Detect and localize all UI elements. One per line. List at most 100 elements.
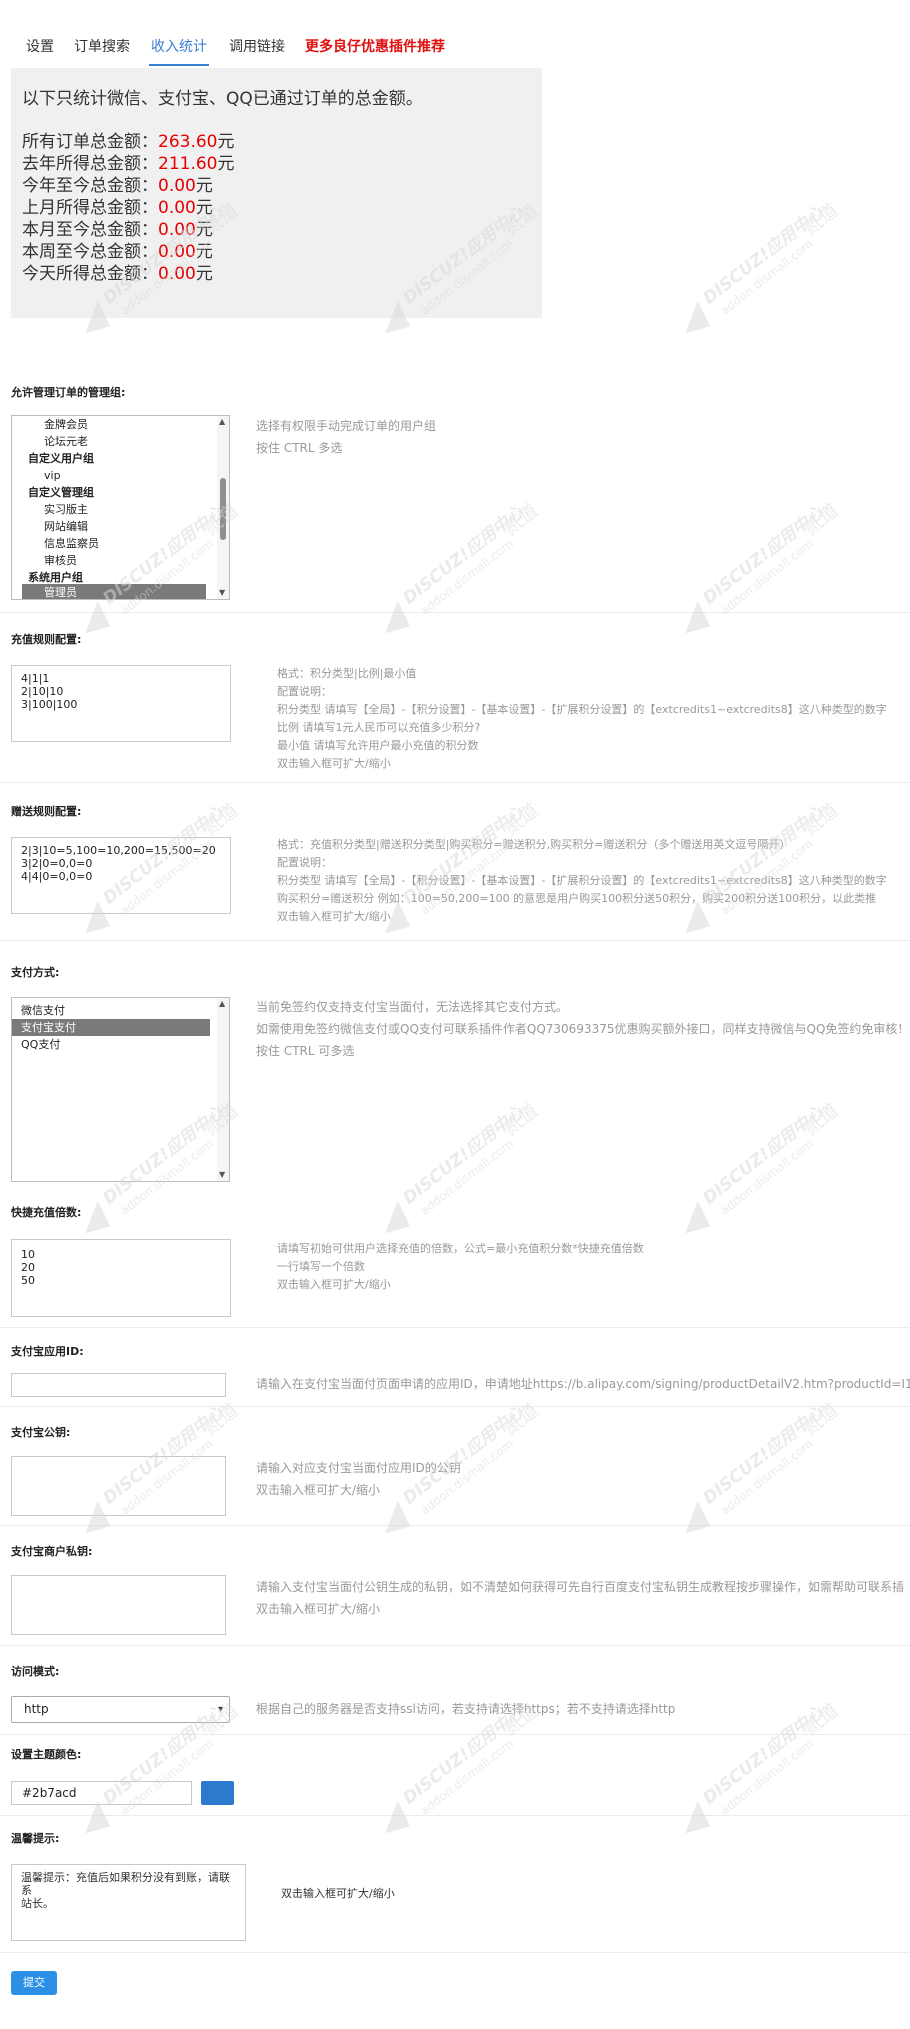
- scroll-up-arrow-icon[interactable]: ▲: [219, 418, 225, 426]
- watermark-arrow-icon: [385, 1800, 411, 1834]
- theme-color-swatch[interactable]: [201, 1781, 234, 1805]
- svg-text:贰道: 贰道: [799, 799, 843, 840]
- access-mode-title: 访问模式:: [11, 1665, 60, 1678]
- gift-rules-textarea[interactable]: 2|3|10=5,100=10,200=15,500=20 3|2|0=0,0=…: [11, 837, 231, 914]
- alipay-pubkey-title: 支付宝公钥:: [11, 1426, 71, 1439]
- list-option[interactable]: 金牌会员: [38, 416, 94, 433]
- watermark-arrow-icon: [685, 300, 711, 334]
- alipay-pubkey-textarea[interactable]: [11, 1456, 226, 1516]
- recharge-rules-title: 充值规则配置:: [11, 633, 82, 646]
- income-stats-panel: 以下只统计微信、支付宝、QQ已通过订单的总金额。 所有订单总金额：263.60元…: [11, 68, 542, 318]
- svg-text:贰道: 贰道: [499, 499, 543, 540]
- list-option[interactable]: 论坛元老: [38, 433, 94, 450]
- access-mode-value: http: [24, 1702, 49, 1716]
- access-mode-tip: 根据自己的服务器是否支持ssl访问，若支持请选择https；若不支持请选择htt…: [256, 1702, 676, 1716]
- alipay-privkey-title: 支付宝商户私钥:: [11, 1545, 93, 1558]
- stat-value: 0.00: [158, 264, 196, 284]
- chevron-down-icon: ▾: [217, 1704, 223, 1715]
- watermark-logo: DISCUZ!应用中心 addon.dismall.com 贰道: [385, 499, 543, 634]
- stat-row-this-month: 本月至今总金额：0.00元: [22, 220, 213, 240]
- svg-text:贰道: 贰道: [499, 1099, 543, 1140]
- list-option[interactable]: 审核员: [38, 552, 83, 569]
- stat-value: 0.00: [158, 242, 196, 262]
- watermark-arrow-icon: [685, 1500, 711, 1534]
- divider: [0, 1734, 910, 1735]
- svg-text:DISCUZ!应用中心: DISCUZ!应用中心: [699, 1402, 828, 1509]
- watermark-arrow-icon: [385, 1200, 411, 1234]
- svg-text:DISCUZ!应用中心: DISCUZ!应用中心: [699, 502, 828, 609]
- svg-text:addon.dismall.com: addon.dismall.com: [118, 1737, 216, 1818]
- quick-multiples-tip: 请填写初始可供用户选择充值的倍数，公式=最小充值积分数*快捷充值倍数 一行填写一…: [277, 1242, 644, 1291]
- list-option[interactable]: 信息监察员: [38, 535, 105, 552]
- list-option-selected[interactable]: 管理员: [22, 584, 206, 599]
- notice-textarea[interactable]: 温馨提示：充值后如果积分没有到账，请联系 站长。: [11, 1864, 246, 1941]
- watermark-logo: DISCUZ!应用中心 addon.dismall.com 贰道: [685, 1099, 843, 1234]
- gift-rules-tip: 格式：充值积分类型|赠送积分类型|购买积分=赠送积分,购买积分=赠送积分（多个赠…: [277, 838, 887, 923]
- recharge-rules-textarea[interactable]: 4|1|1 2|10|10 3|100|100: [11, 665, 231, 742]
- admin-groups-title: 允许管理订单的管理组:: [11, 386, 126, 399]
- list-option[interactable]: QQ支付: [12, 1036, 66, 1053]
- stat-row-this-year: 今年至今总金额：0.00元: [22, 176, 213, 196]
- svg-text:贰道: 贰道: [799, 499, 843, 540]
- quick-multiples-title: 快捷充值倍数:: [11, 1206, 82, 1219]
- watermark-arrow-icon: [685, 1200, 711, 1234]
- list-option[interactable]: vip: [38, 467, 67, 484]
- listbox-scrollbar[interactable]: ▲ ▼: [217, 998, 229, 1181]
- list-option[interactable]: 微信支付: [12, 1002, 71, 1019]
- svg-text:DISCUZ!应用中心: DISCUZ!应用中心: [399, 502, 528, 609]
- stat-row-all: 所有订单总金额：263.60元: [22, 132, 235, 152]
- list-option[interactable]: 实习版主: [38, 501, 94, 518]
- svg-text:贰道: 贰道: [199, 799, 243, 840]
- payment-select[interactable]: 微信支付 支付宝支付 QQ支付 ▲ ▼: [11, 997, 230, 1182]
- list-option-selected[interactable]: 支付宝支付: [12, 1019, 210, 1036]
- admin-groups-tip: 选择有权限手动完成订单的用户组 按住 CTRL 多选: [256, 419, 437, 455]
- quick-multiples-textarea[interactable]: 10 20 50: [11, 1239, 231, 1317]
- svg-text:DISCUZ!应用中心: DISCUZ!应用中心: [399, 1102, 528, 1209]
- admin-groups-select[interactable]: 金牌会员 论坛元老 自定义用户组 vip 自定义管理组 实习版主 网站编辑 信息…: [11, 415, 230, 600]
- watermark-logo: DISCUZ!应用中心 addon.dismall.com 贰道: [685, 1699, 843, 1834]
- alipay-appid-input[interactable]: [11, 1373, 226, 1397]
- svg-text:addon.dismall.com: addon.dismall.com: [418, 1737, 516, 1818]
- tab-call-links[interactable]: 调用链接: [229, 36, 285, 56]
- stat-value: 211.60: [158, 154, 218, 174]
- stat-row-today: 今天所得总金额：0.00元: [22, 264, 213, 284]
- svg-text:addon.dismall.com: addon.dismall.com: [718, 1137, 816, 1218]
- watermark-arrow-icon: [385, 600, 411, 634]
- alipay-privkey-tip: 请输入支付宝当面付公钥生成的私钥，如不清楚如何获得可先自行百度支付宝私钥生成教程…: [256, 1580, 905, 1616]
- divider: [0, 1406, 910, 1407]
- submit-button[interactable]: 提交: [11, 1971, 57, 1995]
- stat-row-this-week: 本周至今总金额：0.00元: [22, 242, 213, 262]
- svg-text:addon.dismall.com: addon.dismall.com: [418, 1137, 516, 1218]
- scroll-up-arrow-icon[interactable]: ▲: [219, 1000, 225, 1008]
- divider: [0, 1327, 910, 1328]
- notice-title: 温馨提示:: [11, 1832, 60, 1845]
- payment-tip: 当前免签约仅支持支付宝当面付，无法选择其它支付方式。 如需使用免签约微信支付或Q…: [256, 1000, 910, 1058]
- stat-value: 0.00: [158, 220, 196, 240]
- list-option-group: 自定义用户组: [28, 452, 94, 465]
- stat-value: 0.00: [158, 198, 196, 218]
- alipay-privkey-textarea[interactable]: [11, 1575, 226, 1635]
- svg-text:贰道: 贰道: [799, 199, 843, 240]
- divider: [0, 1815, 910, 1816]
- theme-color-input[interactable]: #2b7acd: [11, 1781, 192, 1805]
- scroll-thumb[interactable]: [220, 478, 226, 540]
- divider: [0, 1952, 910, 1953]
- tab-order-search[interactable]: 订单搜索: [74, 36, 130, 56]
- svg-text:贰道: 贰道: [499, 799, 543, 840]
- scroll-down-arrow-icon[interactable]: ▼: [219, 1171, 225, 1179]
- payment-title: 支付方式:: [11, 966, 60, 979]
- notice-tip: 双击输入框可扩大/缩小: [281, 1887, 395, 1900]
- tab-settings[interactable]: 设置: [26, 36, 54, 56]
- list-option-group: 自定义管理组: [28, 486, 94, 499]
- theme-color-title: 设置主题颜色:: [11, 1748, 82, 1761]
- alipay-pubkey-tip: 请输入对应支付宝当面付应用ID的公钥 双击输入框可扩大/缩小: [256, 1461, 461, 1497]
- access-mode-select[interactable]: http ▾: [11, 1696, 230, 1723]
- scroll-down-arrow-icon[interactable]: ▼: [219, 589, 225, 597]
- alipay-appid-title: 支付宝应用ID:: [11, 1345, 84, 1358]
- listbox-scrollbar[interactable]: ▲ ▼: [217, 416, 229, 599]
- list-option[interactable]: 网站编辑: [38, 518, 94, 535]
- tab-more-plugins[interactable]: 更多良仔优惠插件推荐: [305, 36, 445, 56]
- svg-text:addon.dismall.com: addon.dismall.com: [718, 1437, 816, 1518]
- tab-income-stats[interactable]: 收入统计: [149, 36, 209, 66]
- divider: [0, 782, 910, 783]
